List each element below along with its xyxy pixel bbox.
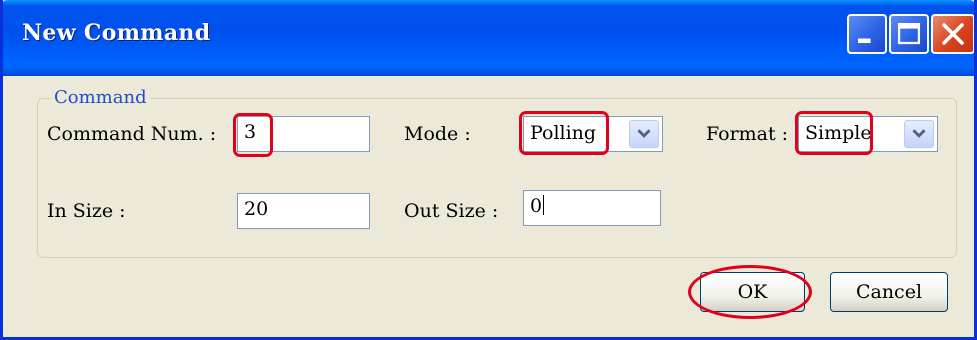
format-dropdown-button[interactable] — [904, 120, 934, 148]
command-num-input[interactable]: 3 — [237, 116, 370, 152]
format-select[interactable]: Simple — [798, 116, 938, 152]
title-bar[interactable]: New Command — [3, 0, 974, 76]
chevron-down-icon — [912, 129, 926, 138]
command-num-label: Command Num. : — [47, 123, 217, 145]
out-size-label: Out Size : — [404, 200, 499, 222]
in-size-label: In Size : — [47, 200, 126, 222]
format-label: Format : — [706, 123, 789, 145]
out-size-input[interactable]: 0 — [523, 190, 661, 226]
in-size-value: 20 — [244, 198, 269, 220]
window-title: New Command — [22, 20, 211, 46]
command-num-value: 3 — [244, 121, 257, 143]
maximize-icon — [897, 22, 921, 45]
close-button[interactable] — [931, 14, 974, 54]
chevron-down-icon — [637, 129, 651, 138]
maximize-button[interactable] — [889, 14, 929, 54]
minimize-button[interactable] — [847, 14, 887, 54]
cancel-button[interactable]: Cancel — [830, 272, 948, 312]
text-caret — [543, 195, 545, 215]
ok-button[interactable]: OK — [700, 272, 805, 312]
mode-value: Polling — [530, 122, 597, 144]
close-icon — [942, 23, 964, 45]
in-size-input[interactable]: 20 — [237, 193, 370, 229]
command-group-label: Command — [50, 87, 151, 108]
out-size-value: 0 — [530, 195, 543, 217]
mode-dropdown-button[interactable] — [629, 120, 659, 148]
mode-label: Mode : — [404, 123, 471, 145]
format-value: Simple — [805, 122, 872, 144]
minimize-icon — [858, 38, 871, 43]
mode-select[interactable]: Polling — [523, 116, 663, 152]
